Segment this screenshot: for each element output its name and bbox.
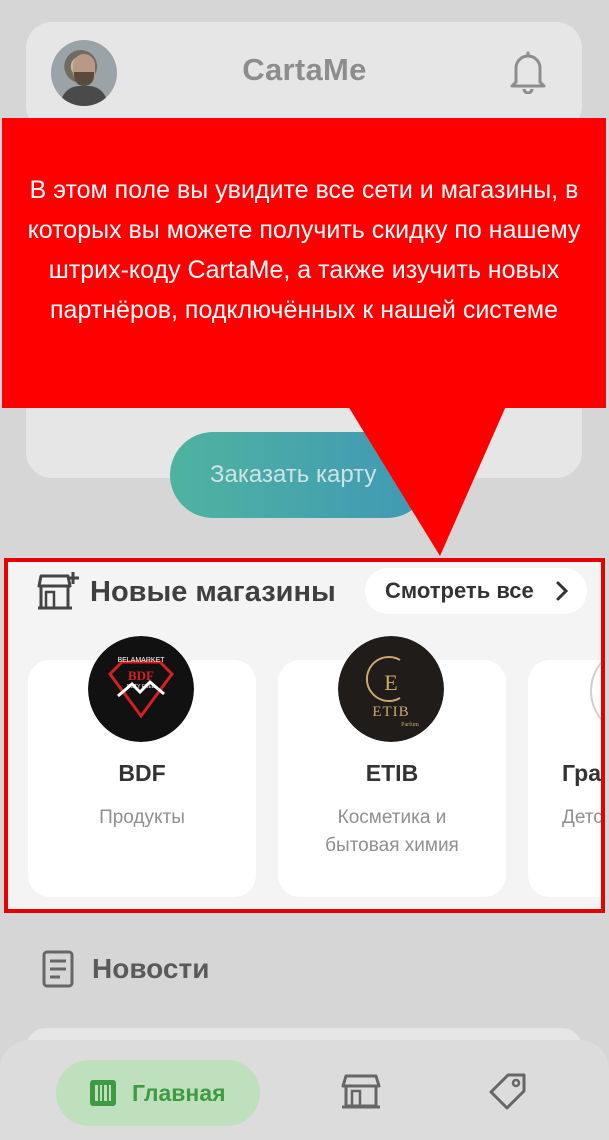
nav-home-tab[interactable]: Главная [56, 1060, 260, 1126]
bottom-nav: Главная [0, 1040, 609, 1140]
store-name: BDF [118, 760, 166, 786]
tag-icon[interactable] [488, 1072, 528, 1112]
store-category: Косметика и бытовая химия [325, 807, 459, 856]
store-category: Продукты [99, 807, 185, 828]
svg-text:E: E [384, 670, 397, 695]
tooltip-text: В этом поле вы увидите все сети и магази… [27, 176, 581, 324]
nav-home-label: Главная [132, 1079, 226, 1106]
store-card-partial[interactable]: Град Детс [528, 646, 603, 897]
store-card-etib[interactable]: E ETIB Parfum ETIB Косметика и бытовая х… [278, 636, 506, 897]
etib-logo: E ETIB Parfum [338, 636, 444, 742]
store-name: Град [562, 760, 602, 786]
new-stores-header: Новые магазины [36, 572, 336, 612]
svg-text:ETIB: ETIB [372, 704, 409, 720]
order-card-label: Заказать карту [210, 461, 377, 488]
news-icon [42, 950, 74, 988]
onboarding-tooltip: В этом поле вы увидите все сети и магази… [2, 118, 606, 408]
bell-icon[interactable] [508, 50, 548, 94]
svg-text:DUTY FREE: DUTY FREE [127, 684, 156, 690]
svg-text:BELAMARKET: BELAMARKET [117, 657, 165, 664]
news-title: Новости [92, 953, 210, 984]
store-logo [590, 646, 601, 736]
see-all-button[interactable]: Смотреть все [365, 568, 587, 614]
see-all-label: Смотреть все [385, 578, 534, 603]
new-stores-title: Новые магазины [90, 575, 336, 608]
order-card-button[interactable]: Заказать карту [170, 432, 430, 518]
store-name: ETIB [365, 760, 419, 786]
store-icon[interactable] [340, 1074, 382, 1110]
svg-text:Parfum: Parfum [401, 721, 419, 728]
new-stores-section: Новые магазины Смотреть все BELAMARKET B… [4, 558, 605, 913]
barcode-icon [90, 1080, 116, 1106]
svg-text:BDF: BDF [128, 668, 154, 683]
chevron-right-icon [556, 581, 569, 601]
bdf-logo: BELAMARKET BDF DUTY FREE [88, 636, 194, 742]
store-card-bdf[interactable]: BELAMARKET BDF DUTY FREE BDF Продукты [28, 636, 256, 897]
store-category: Детс [562, 807, 603, 828]
news-header: Новости [42, 950, 209, 988]
store-add-icon [37, 572, 79, 610]
